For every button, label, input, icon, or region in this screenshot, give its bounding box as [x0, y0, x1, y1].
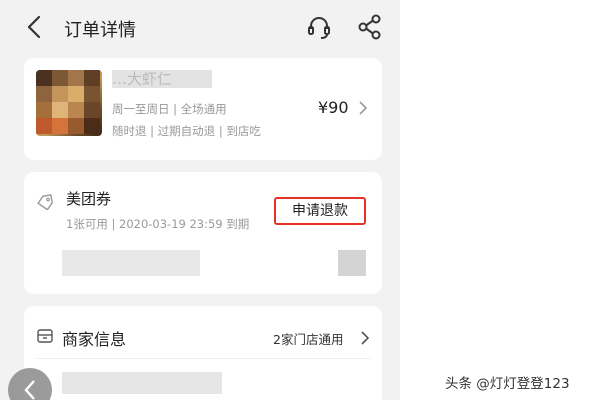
- refund-button[interactable]: 申请退款: [274, 197, 366, 225]
- chevron-right-icon: [359, 101, 368, 115]
- coupon-card: 美团券 1张可用 | 2020-03-19 23:59 到期 申请退款: [24, 172, 382, 294]
- phone-screen: 订单详情 …大虾仁 周一至周日 | 全场通用 随时退 | 过期自动退 | 到店吃…: [0, 0, 400, 400]
- product-card[interactable]: …大虾仁 周一至周日 | 全场通用 随时退 | 过期自动退 | 到店吃 ¥90: [24, 58, 382, 160]
- product-thumbnail: [36, 70, 102, 136]
- product-name: …大虾仁: [112, 70, 173, 88]
- header-bar: 订单详情: [0, 0, 400, 54]
- merchant-title: 商家信息: [62, 330, 127, 349]
- ticket-icon: [37, 194, 53, 210]
- product-price: ¥90: [318, 98, 349, 117]
- headset-icon[interactable]: [305, 13, 333, 41]
- watermark: 头条 @灯灯登登123: [445, 376, 570, 392]
- share-icon[interactable]: [356, 13, 384, 41]
- qrcode-blur[interactable]: [338, 250, 366, 276]
- divider: [36, 358, 370, 359]
- back-arrow-icon: [24, 380, 35, 400]
- store-info-blur: [62, 372, 222, 394]
- store-icon: [37, 329, 53, 343]
- coupon-detail: 1张可用 | 2020-03-19 23:59 到期: [66, 217, 250, 231]
- refund-button-label: 申请退款: [292, 203, 348, 219]
- coupon-code-blur: [62, 250, 200, 276]
- coupon-title: 美团券: [66, 190, 112, 208]
- page-title: 订单详情: [64, 20, 136, 41]
- merchant-card: 商家信息 2家门店通用: [24, 306, 382, 400]
- product-validity: 周一至周日 | 全场通用: [112, 102, 227, 116]
- chevron-right-icon: [361, 331, 370, 345]
- stores-link[interactable]: 2家门店通用: [273, 329, 343, 348]
- product-policies: 随时退 | 过期自动退 | 到店吃: [112, 124, 261, 138]
- back-arrow-icon[interactable]: [22, 14, 48, 40]
